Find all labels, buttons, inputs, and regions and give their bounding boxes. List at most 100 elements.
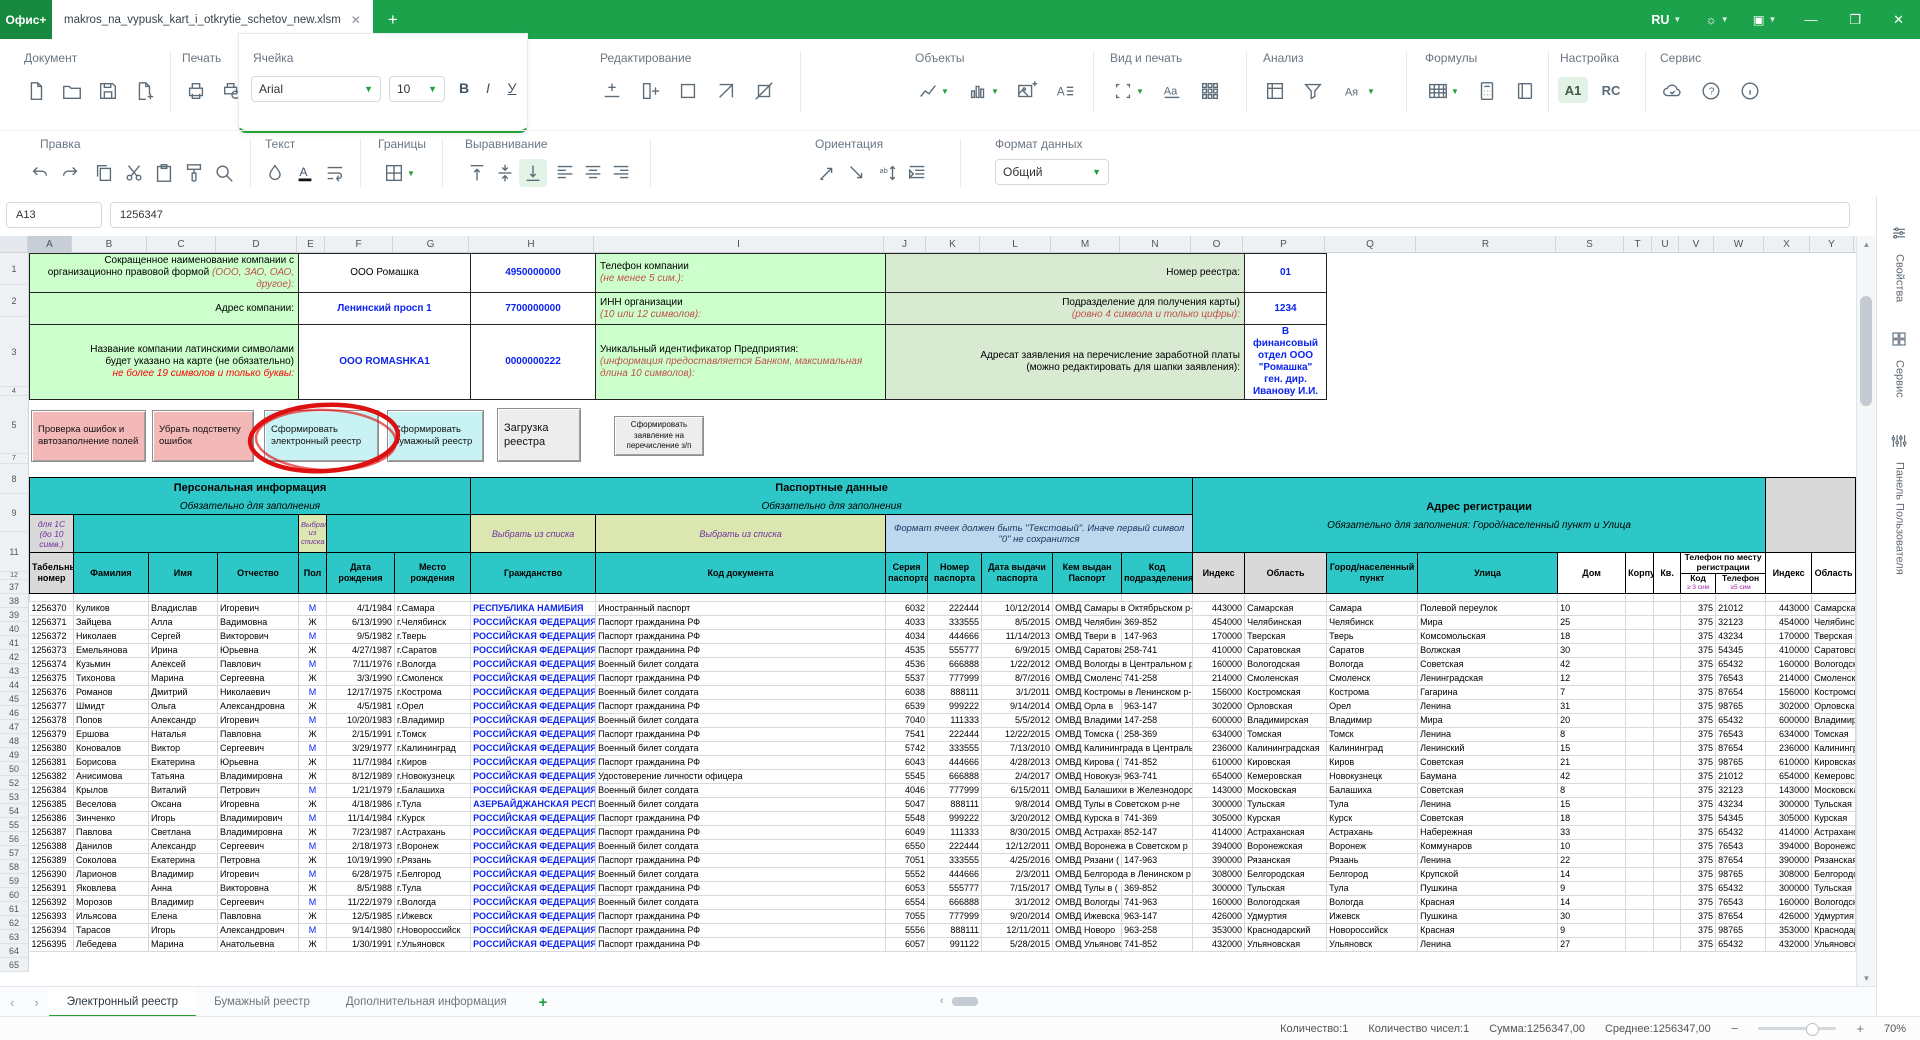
cell[interactable] (1626, 783, 1654, 797)
row-header-42[interactable]: 42 (0, 650, 28, 664)
cell[interactable]: Костромская (1812, 685, 1856, 699)
cell[interactable]: Веселова (74, 797, 149, 811)
cell[interactable]: 302000 (1766, 699, 1812, 713)
open-document-icon[interactable] (58, 77, 86, 105)
function-icon[interactable] (1473, 77, 1501, 105)
form-value-cell[interactable]: 01 (1245, 254, 1327, 293)
cell[interactable]: Емельянова (74, 643, 149, 657)
macro-button[interactable]: Убрать подстветку ошибок (152, 410, 254, 462)
freeze-panes-icon[interactable] (1196, 77, 1224, 105)
cell[interactable]: 432000 (1766, 937, 1812, 951)
cell[interactable]: 111333 (928, 825, 982, 839)
cell[interactable]: Паспорт гражданина РФ (596, 909, 886, 923)
column-header-F[interactable]: F (325, 236, 393, 252)
column-title[interactable]: Индекс (1193, 553, 1245, 594)
form-value-cell[interactable]: Ленинский просп 1 (299, 293, 471, 325)
cell[interactable]: Борисова (74, 755, 149, 769)
cell[interactable]: 4536 (886, 657, 928, 671)
cell[interactable]: М (299, 783, 327, 797)
cell[interactable]: 375 (1681, 909, 1716, 923)
cell[interactable]: 741-258 (1122, 671, 1193, 685)
cell[interactable]: РОССИЙСКАЯ ФЕДЕРАЦИЯ (471, 783, 596, 797)
cell[interactable]: Смоленская (1812, 671, 1856, 685)
form-label-cell[interactable]: Адресат заявления на перечисление зарабо… (886, 325, 1245, 400)
cell[interactable]: Ж (299, 797, 327, 811)
restore-button[interactable]: ❐ (1833, 0, 1877, 39)
cell[interactable]: 666888 (928, 895, 982, 909)
row-header-44[interactable]: 44 (0, 678, 28, 692)
cell[interactable]: 375 (1681, 615, 1716, 629)
row-header-49[interactable]: 49 (0, 748, 28, 762)
paste-icon[interactable] (150, 159, 178, 187)
scroll-down-icon[interactable]: ▼ (1857, 970, 1876, 986)
form-info-cell[interactable]: Уникальный идентификатор Предприятия:(ин… (596, 325, 886, 400)
cell[interactable]: Павловна (218, 727, 299, 741)
row-header-39[interactable]: 39 (0, 608, 28, 622)
cell[interactable]: 10 (1558, 601, 1626, 615)
cell[interactable]: Дмитрий (149, 685, 218, 699)
cell[interactable]: Тарасов (74, 923, 149, 937)
cell[interactable]: Владимирская (1245, 713, 1327, 727)
cell[interactable] (1654, 699, 1681, 713)
cell[interactable]: 87654 (1716, 685, 1766, 699)
column-title[interactable]: Индекс (1766, 553, 1812, 594)
cell[interactable]: РОССИЙСКАЯ ФЕДЕРАЦИЯ (471, 713, 596, 727)
cell[interactable]: Владимир (1327, 713, 1418, 727)
cell[interactable]: РОССИЙСКАЯ ФЕДЕРАЦИЯ (471, 629, 596, 643)
cell[interactable]: Удмуртия (1812, 909, 1856, 923)
cell[interactable]: 375 (1681, 769, 1716, 783)
cell[interactable]: 147-963 (1122, 853, 1193, 867)
cell[interactable]: 999222 (928, 699, 982, 713)
cell[interactable]: Владимировна (218, 769, 299, 783)
cell[interactable]: ОМВД Саратова (1053, 643, 1122, 657)
cell[interactable] (1654, 839, 1681, 853)
cell[interactable]: 888111 (928, 685, 982, 699)
cell[interactable]: 98765 (1716, 867, 1766, 881)
cell[interactable]: Анисимова (74, 769, 149, 783)
cell[interactable]: ОМВД Белгорода в Ленинском р (1053, 867, 1193, 881)
cell[interactable]: 369-852 (1122, 881, 1193, 895)
cell[interactable]: 5/5/2012 (982, 713, 1053, 727)
cell[interactable]: Тульская (1245, 797, 1327, 811)
cell[interactable]: Рязанская (1245, 853, 1327, 867)
cell[interactable]: 3/29/1977 (327, 741, 395, 755)
column-header-Y[interactable]: Y (1810, 236, 1854, 252)
cell[interactable]: г.Орел (395, 699, 471, 713)
macro-button[interactable]: Сформировать электронный реестр (264, 410, 379, 462)
cell[interactable]: М (299, 839, 327, 853)
cell[interactable]: Ж (299, 769, 327, 783)
row-header-8[interactable]: 8 (0, 464, 28, 494)
cell[interactable] (1654, 895, 1681, 909)
cell[interactable]: г.Самара (395, 601, 471, 615)
cell[interactable]: Красная (1418, 895, 1558, 909)
column-header-W[interactable]: W (1714, 236, 1764, 252)
column-header-X[interactable]: X (1764, 236, 1810, 252)
font-size-select[interactable]: 10▼ (389, 76, 445, 102)
add-sheet-button[interactable]: + (525, 987, 562, 1017)
cell[interactable]: г.Владимир (395, 713, 471, 727)
column-title-phone-number[interactable]: Телефон≥5 сим (1716, 573, 1766, 593)
cell[interactable]: 394000 (1193, 839, 1245, 853)
cell[interactable]: Викторовна (218, 881, 299, 895)
row-header-5[interactable]: 5 (0, 396, 28, 454)
cell[interactable]: Волжская (1418, 643, 1558, 657)
cell[interactable] (1626, 699, 1654, 713)
cell[interactable]: Новороссийск (1327, 923, 1418, 937)
cell[interactable]: Тверь (1327, 629, 1418, 643)
align-bottom-icon[interactable] (519, 159, 547, 187)
cell[interactable]: г.Тверь (395, 629, 471, 643)
cell[interactable]: Московская (1245, 783, 1327, 797)
cell[interactable]: 1256393 (30, 909, 74, 923)
column-title[interactable]: Табельный номер (30, 553, 74, 594)
column-title[interactable]: Отчество (218, 553, 299, 594)
cell[interactable]: 54345 (1716, 643, 1766, 657)
new-document-icon[interactable] (22, 77, 50, 105)
cell[interactable]: 1256386 (30, 811, 74, 825)
zoom-out-button[interactable]: − (1731, 1021, 1739, 1036)
row-header-65[interactable]: 65 (0, 958, 28, 972)
empty-cell[interactable] (886, 593, 928, 601)
cell[interactable]: 991122 (928, 937, 982, 951)
cell[interactable]: Владимирович (218, 811, 299, 825)
column-title[interactable]: Пол (299, 553, 327, 594)
cell[interactable]: 1256370 (30, 601, 74, 615)
